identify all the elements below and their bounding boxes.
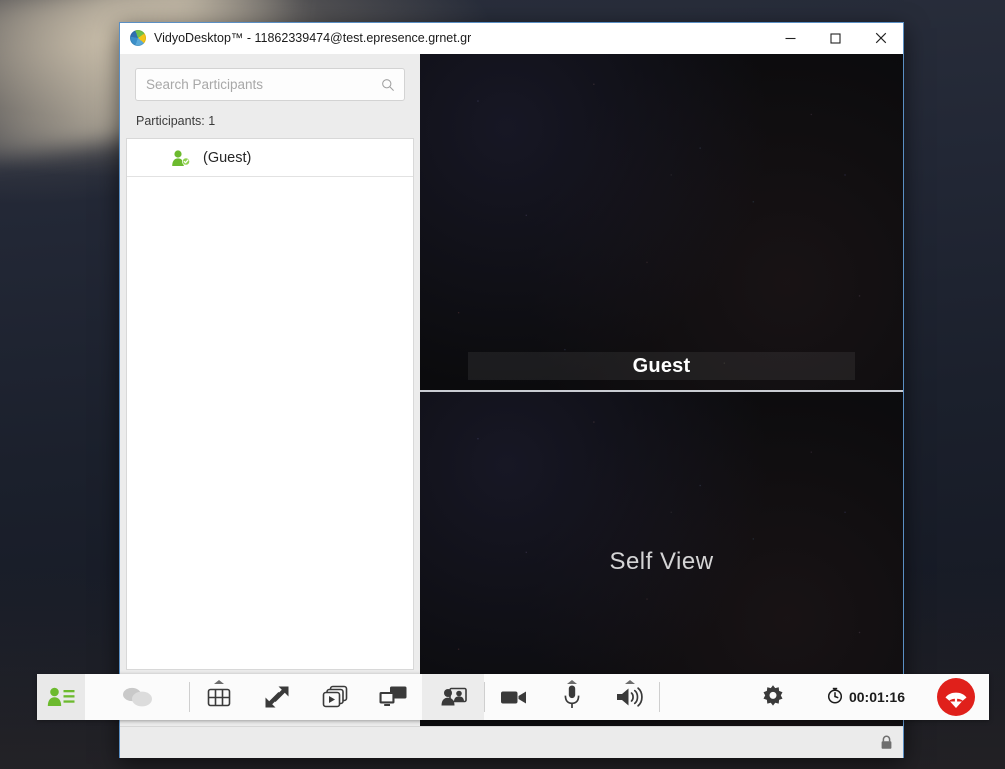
camera-icon[interactable] [485,674,543,720]
hangup-button[interactable] [937,678,975,716]
toolbar-left-group [37,674,85,720]
close-button[interactable] [858,23,903,53]
screen-share-icon[interactable] [364,674,422,720]
participants-panel: Participants: 1 (Guest) [120,54,420,726]
participants-list: (Guest) [126,138,414,670]
stopwatch-icon [827,687,843,707]
toolbar-selfview-group [422,674,484,720]
video-area: Guest Self View [420,54,903,726]
video-stack-play-icon[interactable] [306,674,364,720]
remote-video-pane[interactable]: Guest [420,54,903,390]
toolbar-chat-group [85,674,190,720]
participant-online-icon [171,149,191,167]
toolbar-right-group: 00:01:16 [660,674,989,720]
participant-name: (Guest) [203,149,252,166]
chevron-up-icon [214,680,224,684]
gear-icon[interactable] [737,674,809,720]
remote-name-bar: Guest [468,352,855,380]
call-timer-value: 00:01:16 [848,689,905,705]
chevron-up-icon [625,680,635,684]
minimize-button[interactable] [768,23,813,53]
resize-arrows-icon[interactable] [248,674,306,720]
search-container [120,54,420,101]
search-box[interactable] [135,68,405,101]
toolbar-center-group [190,674,422,720]
chat-bubbles-icon[interactable] [85,674,189,720]
padlock-icon [880,735,893,750]
call-timer: 00:01:16 [809,687,923,707]
remote-participant-name: Guest [632,354,691,377]
speaker-icon[interactable] [601,674,659,720]
window-body: Participants: 1 (Guest) [120,54,903,726]
title-bar[interactable]: VidyoDesktop™ - 11862339474@test.epresen… [120,23,903,54]
participants-count: Participants: 1 [136,114,216,128]
self-view-icon[interactable] [422,674,484,720]
maximize-button[interactable] [813,23,858,53]
list-item[interactable]: (Guest) [127,139,413,177]
participants-list-icon[interactable] [37,674,85,720]
self-view-label: Self View [609,548,714,575]
toolbar-media-group [484,674,660,720]
search-input[interactable] [136,69,404,100]
video-noise [420,54,903,390]
control-toolbar: 00:01:16 [37,674,989,720]
chevron-up-icon [567,680,577,684]
window-title: VidyoDesktop™ - 11862339474@test.epresen… [154,31,472,45]
vidyo-cube-icon [130,30,146,46]
window-controls [768,23,903,53]
microphone-icon[interactable] [543,674,601,720]
status-bar [120,726,903,758]
grid-layout-icon[interactable] [190,674,248,720]
search-icon[interactable] [381,78,395,92]
vidyo-desktop-window: VidyoDesktop™ - 11862339474@test.epresen… [119,22,904,758]
